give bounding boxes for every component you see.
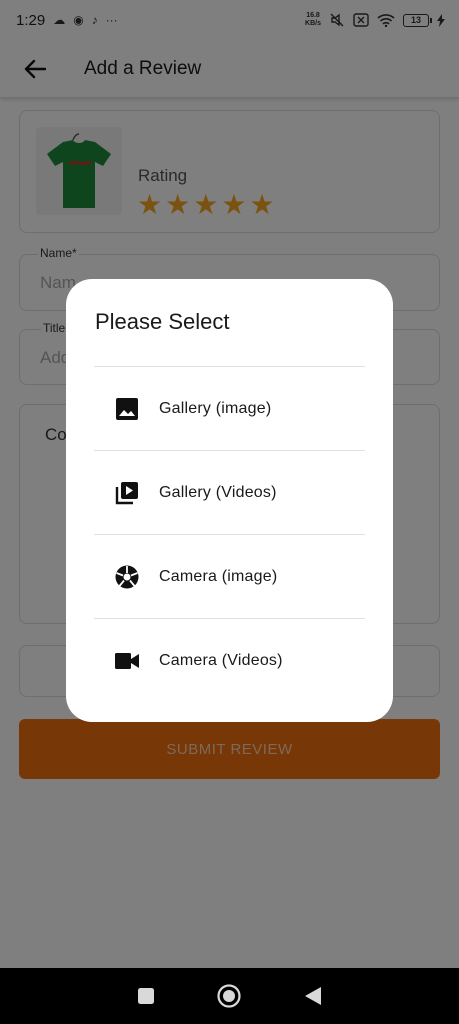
option-label: Gallery (Videos) (159, 483, 277, 501)
option-camera-image[interactable]: Camera (image) (94, 535, 365, 618)
camera-shutter-icon (114, 564, 140, 590)
option-label: Camera (Videos) (159, 651, 283, 669)
image-icon (114, 396, 140, 422)
option-camera-videos[interactable]: Camera (Videos) (94, 619, 365, 702)
back-nav-button[interactable] (298, 981, 328, 1011)
triangle-back-icon (305, 987, 322, 1005)
option-label: Gallery (image) (159, 399, 272, 417)
option-gallery-videos[interactable]: Gallery (Videos) (94, 451, 365, 534)
dialog-title: Please Select (95, 309, 230, 334)
square-icon (137, 988, 154, 1004)
videocam-icon (114, 648, 140, 674)
media-select-dialog: Please Select Gallery (image) Gallery (V… (66, 279, 393, 722)
option-gallery-image[interactable]: Gallery (image) (94, 367, 365, 450)
recents-button[interactable] (131, 981, 161, 1011)
home-button[interactable] (214, 981, 244, 1011)
option-label: Camera (image) (159, 567, 278, 585)
video-library-icon (114, 480, 140, 506)
system-nav-bar (0, 968, 459, 1024)
circle-icon (217, 984, 242, 1008)
